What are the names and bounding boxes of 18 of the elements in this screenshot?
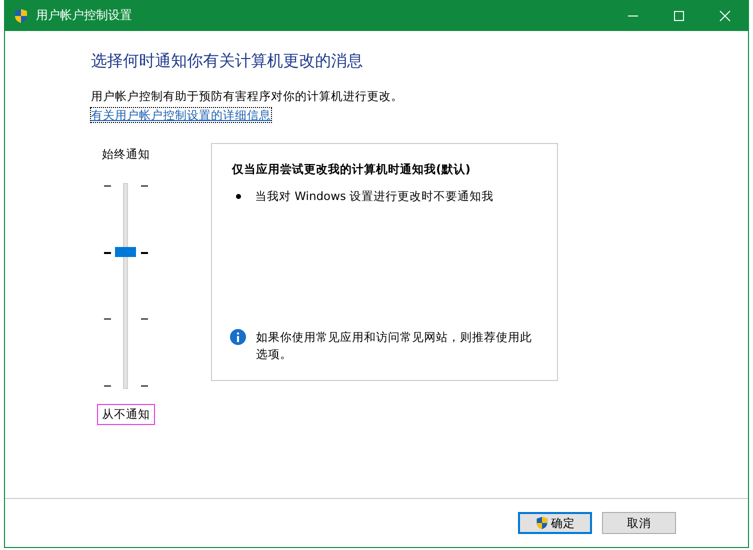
ok-button[interactable]: 确定	[518, 512, 592, 534]
maximize-icon	[673, 10, 685, 22]
recommendation-note: 如果你使用常见应用和访问常见网站，则推荐使用此选项。	[256, 329, 533, 363]
info-icon	[230, 329, 246, 345]
slider-bottom-label: 从不通知	[97, 404, 155, 425]
bullet-icon	[236, 194, 241, 199]
details-link[interactable]: 有关用户帐户控制设置的详细信息	[91, 108, 271, 122]
close-icon	[719, 10, 731, 22]
bullet-text: 当我对 Windows 设置进行更改时不要通知我	[255, 189, 494, 204]
cancel-button[interactable]: 取消	[602, 512, 676, 534]
slider-thumb[interactable]	[115, 247, 136, 257]
window-title: 用户帐户控制设置	[36, 7, 133, 24]
notification-slider[interactable]	[104, 186, 148, 386]
shield-icon	[13, 8, 29, 24]
setting-title: 仅当应用尝试更改我的计算机时通知我(默认)	[232, 162, 472, 177]
heading: 选择何时通知你有关计算机更改的消息	[91, 51, 364, 72]
slider-top-label: 始终通知	[101, 146, 151, 163]
description: 用户帐户控制有助于预防有害程序对你的计算机进行更改。	[91, 88, 404, 104]
